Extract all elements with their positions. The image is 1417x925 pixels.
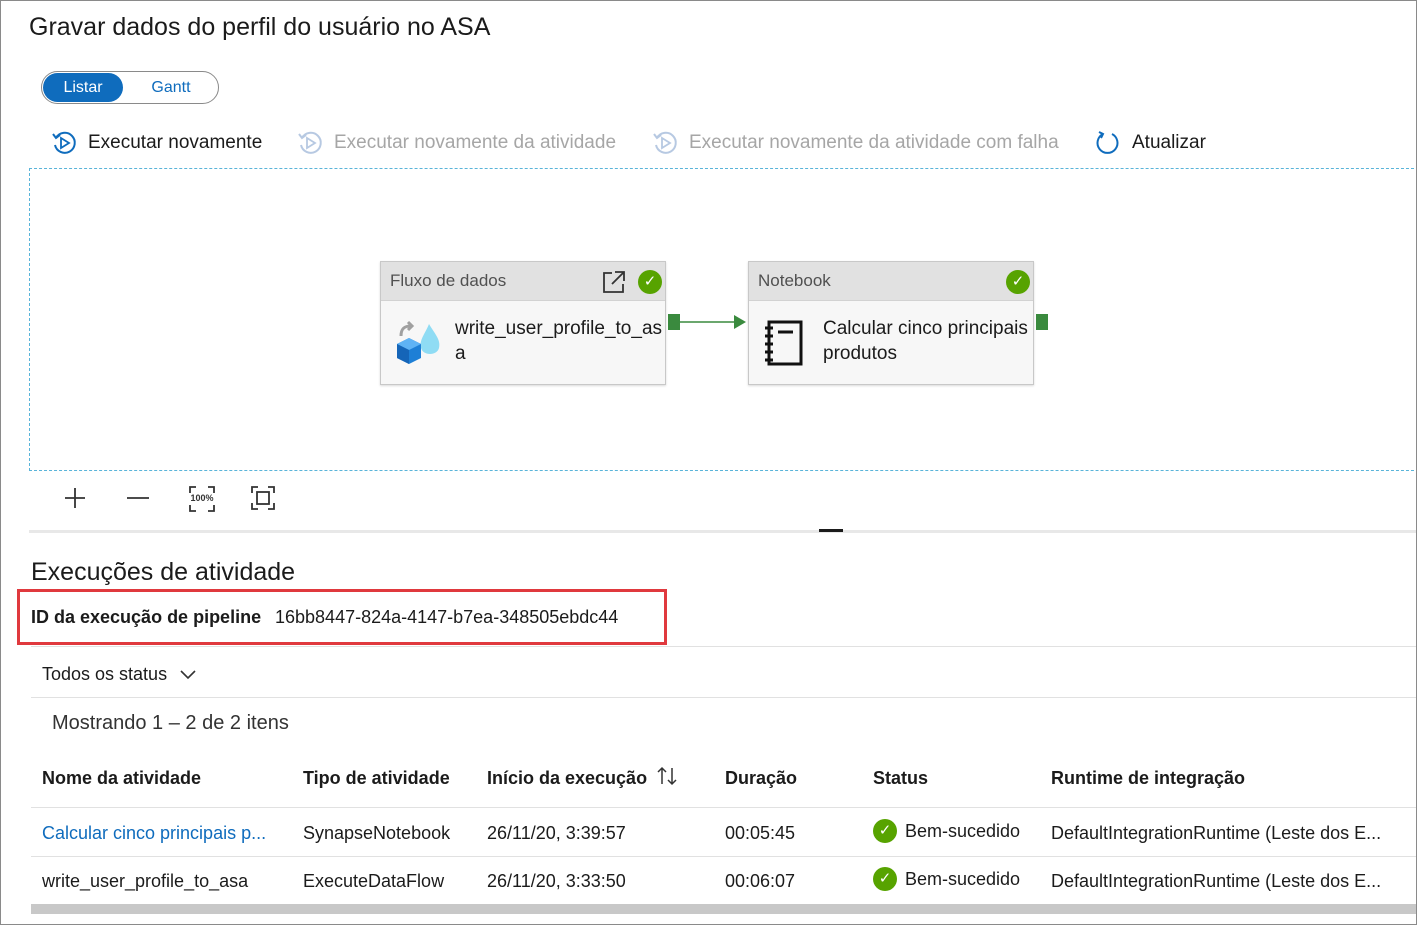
page-title: Gravar dados do perfil do usuário no ASA [29, 13, 491, 41]
refresh-button[interactable]: Atualizar [1095, 127, 1206, 159]
fit-to-screen-icon[interactable] [250, 485, 276, 511]
dataflow-icon [397, 320, 440, 364]
duration-cell: 00:05:45 [725, 823, 796, 843]
duration-cell: 00:06:07 [725, 871, 796, 891]
activity-name-cell: write_user_profile_to_asa [42, 871, 249, 891]
activity-name: Calcular cinco principais produtos [823, 318, 1028, 364]
column-header-duration[interactable]: Duração [725, 768, 797, 789]
zoom-in-icon[interactable] [63, 486, 87, 510]
activity-header: Fluxo de dados ✓ [381, 262, 665, 301]
column-header-name[interactable]: Nome da atividade [42, 768, 201, 789]
activity-name: write_user_profile_to_asa [455, 318, 663, 364]
column-header-runtime[interactable]: Runtime de integração [1051, 768, 1245, 789]
monitor-pane: Gravar dados do perfil do usuário no ASA… [0, 0, 1417, 925]
status-cell: ✓ Bem-sucedido [873, 867, 1020, 891]
list-view-button[interactable]: Listar [43, 73, 123, 102]
success-check-icon: ✓ [873, 867, 897, 891]
open-external-icon[interactable] [601, 269, 627, 295]
splitter-grip[interactable] [819, 529, 843, 532]
activity-header: Notebook ✓ [749, 262, 1033, 301]
activity-type-cell: SynapseNotebook [303, 823, 451, 843]
connector-arrow [680, 315, 746, 329]
activity-type-cell: ExecuteDataFlow [303, 871, 445, 891]
horizontal-scrollbar[interactable] [31, 904, 1416, 914]
rerun-failed-label: Executar novamente da atividade com falh… [689, 132, 1059, 153]
activity-dataflow[interactable]: Fluxo de dados ✓ write_user_profile_to_a… [380, 261, 666, 385]
refresh-icon [1096, 131, 1119, 154]
chevron-down-icon [180, 669, 196, 679]
success-check-icon: ✓ [873, 819, 897, 843]
column-header-status[interactable]: Status [873, 768, 928, 789]
divider [31, 646, 1416, 647]
column-header-type[interactable]: Tipo de atividade [303, 768, 450, 789]
status-text: Bem-sucedido [905, 868, 1021, 889]
items-count: Mostrando 1 – 2 de 2 itens [52, 712, 289, 734]
splitter[interactable] [29, 530, 1416, 533]
runtime-cell: DefaultIntegrationRuntime (Leste dos E..… [1051, 823, 1382, 843]
output-port[interactable] [668, 314, 680, 330]
divider [31, 697, 1416, 698]
refresh-label: Atualizar [1132, 132, 1206, 153]
column-header-start-label: Início da execução [487, 768, 648, 788]
rerun-failed-icon [653, 131, 677, 154]
status-filter[interactable]: Todos os status [42, 664, 197, 685]
rerun-label: Executar novamente [88, 132, 263, 153]
output-port[interactable] [1036, 314, 1048, 330]
run-start-cell: 26/11/20, 3:39:57 [487, 823, 626, 843]
activity-runs-title: Execuções de atividade [31, 558, 296, 586]
zoom-100-label: 100% [190, 493, 214, 503]
view-toggle: Listar Gantt [41, 71, 219, 104]
activity-notebook[interactable]: Notebook ✓ Calcular cinco principais pro… [748, 261, 1034, 385]
runtime-cell: DefaultIntegrationRuntime (Leste dos E..… [1051, 871, 1382, 891]
column-header-start[interactable]: Início da execução [487, 766, 680, 789]
activity-type: Notebook [758, 271, 831, 290]
activity-name-link[interactable]: Calcular cinco principais p... [42, 823, 266, 844]
rerun-button[interactable]: Executar novamente [51, 127, 262, 159]
success-check-icon: ✓ [638, 270, 662, 294]
rerun-activity-icon [298, 131, 322, 154]
rerun-activity-button[interactable]: Executar novamente da atividade [297, 127, 616, 159]
zoom-100-icon[interactable]: 100% [188, 485, 216, 513]
success-check-icon: ✓ [1006, 270, 1030, 294]
rerun-failed-button[interactable]: Executar novamente da atividade com falh… [652, 127, 1059, 159]
notebook-icon [765, 320, 803, 366]
status-filter-label: Todos os status [42, 664, 168, 684]
pipeline-run-id-value: 16bb8447-824a-4147-b7ea-348505ebdc44 [275, 607, 619, 627]
sort-icon[interactable] [656, 766, 680, 786]
gantt-view-button[interactable]: Gantt [130, 73, 212, 102]
rerun-icon [52, 131, 76, 154]
activity-type: Fluxo de dados [390, 271, 507, 290]
rerun-activity-label: Executar novamente da atividade [334, 132, 617, 153]
run-start-cell: 26/11/20, 3:33:50 [487, 871, 626, 891]
status-text: Bem-sucedido [905, 820, 1021, 841]
pipeline-run-id-label: ID da execução de pipeline [31, 607, 262, 627]
status-cell: ✓ Bem-sucedido [873, 819, 1020, 843]
zoom-out-icon[interactable] [126, 486, 150, 510]
